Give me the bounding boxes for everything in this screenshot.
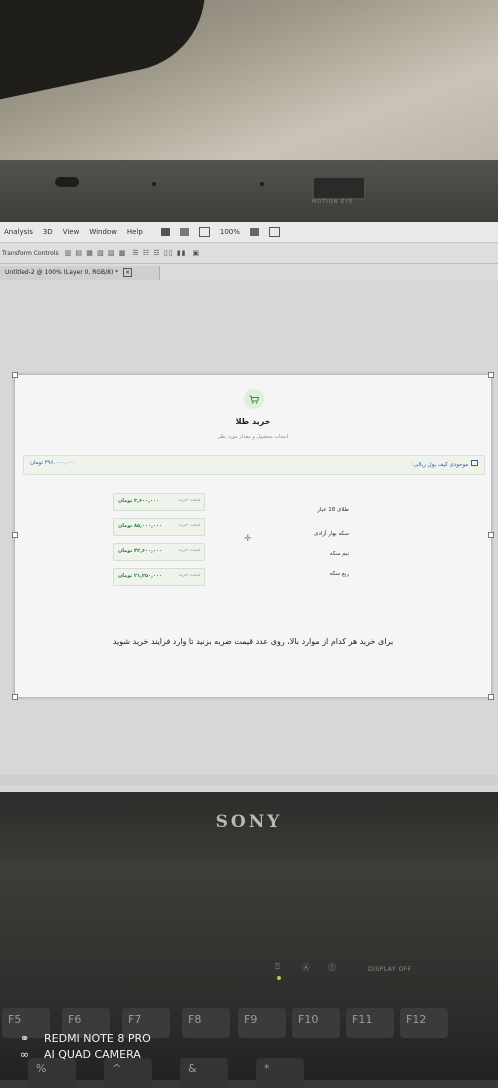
price-button-gold18[interactable]: قیمت خرید: ۳,۶۰۰,۰۰۰ تومان (113, 493, 205, 511)
menu-bar: Analysis 3D View Window Help 100% (0, 222, 498, 242)
menu-item-help[interactable]: Help (127, 228, 143, 236)
transform-handle[interactable] (12, 372, 18, 378)
num-lock-led-icon: ⓵ (328, 963, 336, 972)
transform-handle[interactable] (12, 694, 18, 700)
transform-controls-label: Transform Controls (2, 249, 59, 257)
document-title: Untitled-2 @ 100% (Layer 0, RGB/8) * (5, 269, 119, 276)
webcam (312, 176, 366, 200)
transform-handle[interactable] (488, 532, 494, 538)
display-off-button[interactable]: DISPLAY OFF (368, 966, 412, 973)
price-button-nim-sekke[interactable]: قیمت خرید: ۴۲,۶۰۰,۰۰۰ تومان (113, 543, 205, 561)
wallet-amount: ۳۹۶,۰۰۰,۰۰۰ تومان (30, 460, 75, 466)
close-tab-icon[interactable]: × (123, 268, 133, 277)
mic-slot (55, 177, 79, 187)
wallet-balance-bar: موجودی کیف پول ریالی: ۳۹۶,۰۰۰,۰۰۰ تومان (23, 455, 485, 475)
price-label: قیمت خرید: (177, 548, 200, 553)
transform-handle[interactable] (488, 694, 494, 700)
transform-handle[interactable] (488, 372, 494, 378)
key-f9[interactable]: F9 (238, 1008, 286, 1038)
distribute-icons[interactable]: ☰ ☷ ☲ ▯▯ ▮▮ (132, 249, 186, 257)
screen-mode-icon[interactable] (268, 227, 280, 237)
infinity-icon: ∞ (20, 1048, 30, 1061)
watermark-line2: AI QUAD CAMERA (44, 1048, 141, 1061)
price-label: قیمت خرید: (177, 573, 200, 578)
page-subtitle: انتخاب محصول و مقدار مورد نظر (217, 434, 289, 440)
wallet-label-text: موجودی کیف پول ریالی: (411, 462, 469, 468)
wallet-label: موجودی کیف پول ریالی: (412, 460, 478, 468)
wallet-icon (471, 460, 478, 466)
menu-item-3d[interactable]: 3D (43, 228, 53, 236)
power-indicator (277, 976, 281, 980)
hdd-led-icon: ⍰ (275, 962, 280, 971)
arrange-documents-icon[interactable] (249, 228, 259, 236)
horizontal-scrollbar[interactable] (0, 775, 498, 785)
key-f8[interactable]: F8 (182, 1008, 230, 1038)
laptop-top-bezel (0, 160, 498, 222)
key-f12[interactable]: F12 (400, 1008, 448, 1038)
cart-icon (244, 389, 264, 409)
minibridge-icon[interactable] (179, 228, 189, 236)
price-value[interactable]: ۳,۶۰۰,۰۰۰ تومان (118, 498, 159, 504)
product-name: نیم سکه (329, 551, 349, 557)
price-button-rob-sekke[interactable]: قیمت خرید: ۲۱,۲۵۰,۰۰۰ تومان (113, 568, 205, 586)
price-value[interactable]: ۸۵,۰۰۰,۰۰۰ تومان (118, 523, 162, 529)
gold-purchase-page: خرید طلا انتخاب محصول و مقدار مورد نظر م… (12, 372, 494, 700)
camera-lens-icon: ⚭ (20, 1032, 30, 1045)
price-label: قیمت خرید: (177, 523, 200, 528)
transform-handle[interactable] (12, 532, 18, 538)
key-f10[interactable]: F10 (292, 1008, 340, 1038)
zoom-level[interactable]: 100% (220, 228, 240, 236)
bridge-icon[interactable] (160, 228, 170, 236)
caps-lock-led-icon: Ⓐ (302, 963, 310, 972)
menu-item-window[interactable]: Window (89, 228, 117, 236)
options-bar: Transform Controls ▥ ▤ ▦ ▧ ▨ ▩ ☰ ☷ ☲ ▯▯ … (0, 242, 498, 264)
watermark-line1: REDMI NOTE 8 PRO (44, 1032, 151, 1045)
sensor-dot (260, 182, 264, 186)
view-extras-icon[interactable] (198, 227, 210, 237)
brand-logo: SONY (215, 812, 283, 832)
align-icons[interactable]: ▥ ▤ ▦ ▧ ▨ ▩ (65, 249, 127, 257)
menu-item-view[interactable]: View (63, 228, 80, 236)
product-name: طلای 18 عیار (317, 507, 349, 513)
sensor-dot (152, 182, 156, 186)
camera-label: MOTION EYE (312, 199, 354, 205)
camera-watermark: ⚭ REDMI NOTE 8 PRO ∞ AI QUAD CAMERA (20, 1031, 151, 1063)
price-button-bahar-azadi[interactable]: قیمت خرید: ۸۵,۰۰۰,۰۰۰ تومان (113, 518, 205, 536)
document-tab[interactable]: Untitled-2 @ 100% (Layer 0, RGB/8) * × (0, 266, 160, 280)
key-asterisk[interactable]: * (256, 1058, 304, 1088)
page-title: خرید طلا (235, 417, 271, 426)
center-crosshair-icon: ✛ (244, 534, 252, 544)
price-label: قیمت خرید: (177, 498, 200, 503)
menu-item-analysis[interactable]: Analysis (4, 228, 33, 236)
laptop-screen: Analysis 3D View Window Help 100% Transf… (0, 222, 498, 792)
instruction-text: برای خرید هر کدام از موارد بالا، روی عدد… (112, 637, 394, 646)
price-value[interactable]: ۲۱,۲۵۰,۰۰۰ تومان (118, 573, 162, 579)
key-ampersand[interactable]: & (180, 1058, 228, 1088)
product-name: ربع سکه (329, 571, 349, 577)
key-f11[interactable]: F11 (346, 1008, 394, 1038)
price-value[interactable]: ۴۲,۶۰۰,۰۰۰ تومان (118, 548, 162, 554)
product-name: سکه بهار آزادی (314, 531, 349, 537)
auto-align-icon[interactable]: ▣ (193, 249, 201, 257)
